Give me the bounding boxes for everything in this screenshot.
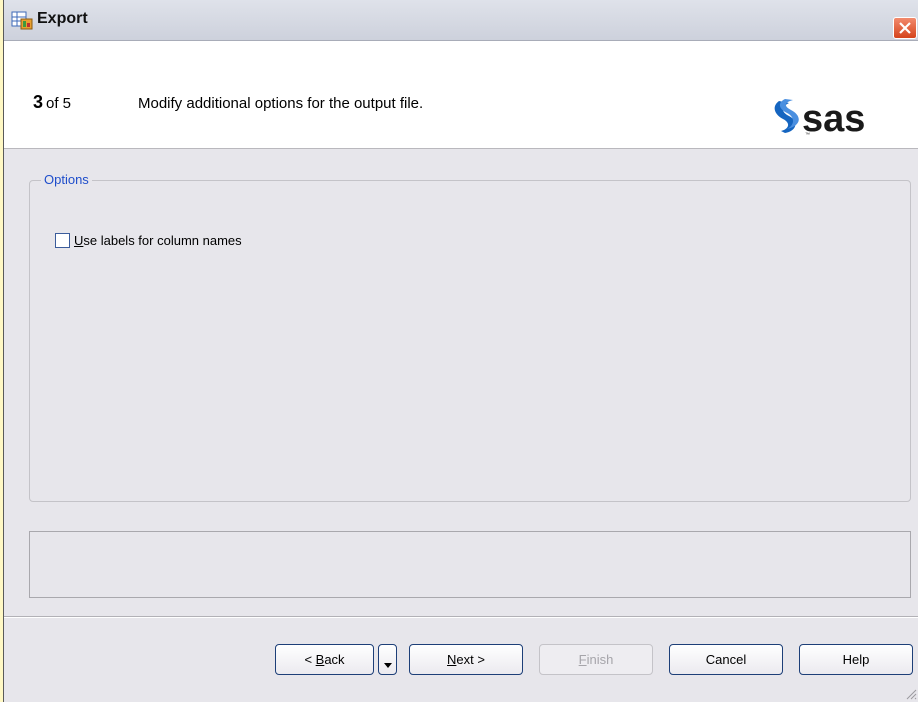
window-title: Export [37, 10, 88, 27]
button-divider [4, 616, 918, 618]
finish-button[interactable]: Finish [539, 644, 653, 675]
back-arrow: < [304, 652, 316, 667]
chevron-down-icon [383, 663, 392, 668]
close-button[interactable] [893, 17, 917, 39]
next-button[interactable]: Next > [409, 644, 523, 675]
help-button[interactable]: Help [799, 644, 913, 675]
logo-wordmark: sas [802, 98, 865, 137]
step-total: of 5 [46, 95, 72, 112]
finish-mnemonic: F [578, 652, 587, 667]
options-legend: Options [41, 172, 92, 187]
use-labels-checkbox[interactable] [55, 233, 70, 248]
export-dialog: Export 3 of 5 Modify additional options … [3, 0, 918, 702]
back-label: ack [324, 652, 345, 667]
back-button[interactable]: < Back [275, 644, 374, 675]
next-mnemonic: N [447, 652, 457, 667]
finish-label: inish [586, 652, 614, 667]
wizard-header: 3 of 5 Modify additional options for the… [4, 41, 918, 149]
back-dropdown-button[interactable] [378, 644, 397, 675]
step-description: Modify additional options for the output… [138, 95, 424, 112]
step-number: 3 [33, 92, 44, 112]
message-area [29, 531, 911, 598]
options-group [29, 180, 911, 502]
title-bar[interactable]: Export [4, 0, 918, 41]
resize-grip-icon[interactable] [905, 688, 917, 700]
export-app-icon [11, 10, 33, 30]
svg-text:™: ™ [805, 132, 810, 137]
next-label: ext > [456, 652, 485, 667]
cancel-button[interactable]: Cancel [669, 644, 783, 675]
close-icon [899, 22, 911, 34]
use-labels-label[interactable]: Use labels for column names [74, 233, 242, 248]
use-labels-mnemonic: U [74, 233, 84, 248]
use-labels-label-text: se labels for column names [83, 233, 242, 248]
sas-logo: sas ™ [774, 98, 865, 137]
